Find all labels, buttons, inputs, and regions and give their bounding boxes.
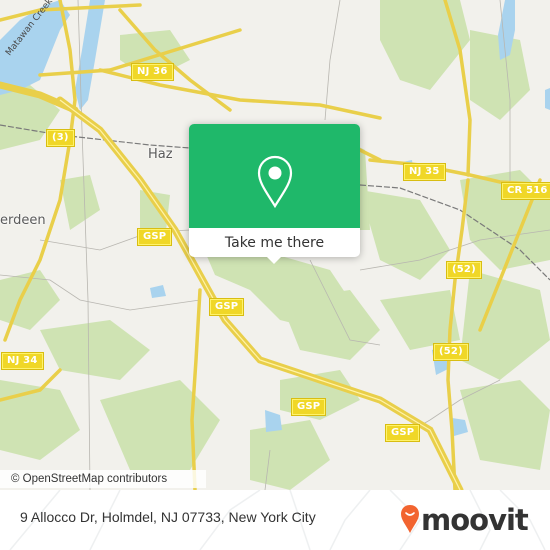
- route-shield-gsp: GSP: [386, 425, 420, 441]
- route-shield-nj35: NJ 35: [404, 164, 445, 180]
- route-shield-gsp: GSP: [292, 399, 326, 415]
- moovit-logo[interactable]: moovit: [400, 503, 540, 538]
- route-shield-nj34: NJ 34: [2, 353, 43, 369]
- route-shield-52: (52): [447, 262, 481, 278]
- address-text: 9 Allocco Dr, Holmdel, NJ 07733, New Yor…: [20, 509, 316, 525]
- take-me-there-button[interactable]: Take me there: [189, 228, 360, 257]
- route-shield-gsp: GSP: [210, 299, 244, 315]
- map-pin-icon: [257, 155, 293, 209]
- popup-pointer: [266, 256, 282, 264]
- map-view[interactable]: Matawan Creek Haz erdeen NJ 36 (3) GSP G…: [0, 0, 550, 490]
- footer: 9 Allocco Dr, Holmdel, NJ 07733, New Yor…: [0, 490, 550, 550]
- route-shield-cr516: CR 516: [502, 183, 550, 199]
- route-shield-gsp: GSP: [138, 229, 172, 245]
- moovit-wordmark: moovit: [421, 503, 529, 537]
- route-shield-3: (3): [47, 130, 74, 146]
- popup-header: [189, 124, 360, 228]
- map-attribution[interactable]: © OpenStreetMap contributors: [0, 470, 206, 488]
- moovit-pin-icon: [401, 505, 419, 533]
- place-label-hazlet: Haz: [148, 147, 173, 162]
- route-shield-nj36: NJ 36: [132, 64, 173, 80]
- place-label-aberdeen: erdeen: [0, 213, 46, 228]
- location-popup: Take me there: [189, 124, 360, 264]
- route-shield-52: (52): [434, 344, 468, 360]
